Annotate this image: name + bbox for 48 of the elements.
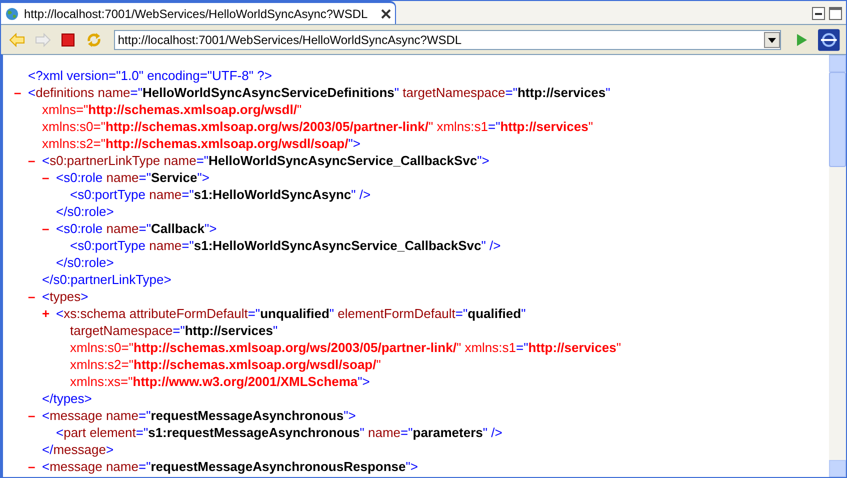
xml-line: xmlns="http://schemas.xmlsoap.org/wsdl/": [42, 102, 302, 117]
xml-line: xmlns:xs="http://www.w3.org/2001/XMLSchema">: [70, 374, 370, 389]
collapse-toggle[interactable]: –: [42, 219, 56, 236]
browser-logo-icon: [818, 28, 840, 50]
xml-line: xmlns:s2="http://schemas.xmlsoap.org/wsdl/soap/": [70, 357, 381, 372]
maximize-button[interactable]: [829, 7, 842, 20]
globe-icon: [5, 6, 19, 20]
stop-icon: [61, 32, 76, 46]
xml-line: <types>: [42, 288, 88, 304]
collapse-toggle[interactable]: –: [28, 287, 42, 304]
expand-toggle[interactable]: +: [42, 304, 56, 321]
xml-line: <s0:role name="Service">: [56, 169, 210, 185]
xml-line: </message>: [42, 442, 114, 457]
tab-title: http://localhost:7001/WebServices/HelloWorldSyncAsync?WSDL: [24, 6, 368, 22]
play-icon: [796, 32, 808, 46]
xml-line: xmlns:s0="http://schemas.xmlsoap.org/ws/2003/05/partner-link/" xmlns:s1="http://services": [42, 119, 593, 134]
xml-line: xmlns:s0="http://schemas.xmlsoap.org/ws/2003/05/partner-link/" xmlns:s1="http://services": [70, 340, 621, 355]
browser-tab[interactable]: http://localhost:7001/WebServices/HelloWorldSyncAsync?WSDL: [1, 1, 396, 24]
minimize-button[interactable]: [812, 7, 825, 20]
xml-line: </s0:partnerLinkType>: [42, 272, 172, 287]
back-arrow-icon: [8, 32, 25, 46]
refresh-arrows-icon: [86, 32, 102, 48]
forward-arrow-icon: [34, 32, 51, 46]
dropdown-icon: [764, 32, 780, 48]
url-field[interactable]: http://localhost:7001/WebServices/HelloWorldSyncAsync?WSDL: [114, 30, 781, 50]
collapse-toggle[interactable]: –: [42, 168, 56, 185]
xml-line: <message name="requestMessageAsynchronous">: [42, 407, 356, 423]
collapse-toggle[interactable]: –: [28, 457, 42, 474]
xml-line: targetNamespace="http://services": [70, 323, 278, 338]
xml-line: <xs:schema attributeFormDefault="unqualified" elementFormDefault="qualified": [56, 305, 526, 321]
xml-line: </s0:role>: [56, 204, 114, 219]
xml-line: <s0:role name="Callback">: [56, 220, 217, 236]
collapse-toggle[interactable]: –: [28, 406, 42, 423]
xml-line: </s0:role>: [56, 255, 114, 270]
xml-line: xmlns:s2="http://schemas.xmlsoap.org/wsdl/soap/">: [42, 136, 360, 151]
xml-line: </types>: [42, 391, 92, 406]
collapse-toggle[interactable]: –: [28, 151, 42, 168]
close-tab-button[interactable]: [380, 8, 391, 18]
xml-line: <s0:portType name="s1:HelloWorldSyncAsyncService_CallbackSvc" />: [70, 238, 501, 253]
xml-line: <?xml version="1.0" encoding="UTF-8" ?>: [28, 68, 272, 83]
xml-line: <s0:partnerLinkType name="HelloWorldSyncAsyncService_CallbackSvc">: [42, 152, 490, 168]
collapse-toggle[interactable]: –: [14, 83, 28, 100]
xml-line: <message name="requestMessageAsynchronousResponse">: [42, 458, 418, 474]
vertical-scrollbar[interactable]: [829, 55, 846, 477]
xml-line: <part element="s1:requestMessageAsynchronous" name="parameters" />: [56, 425, 502, 440]
close-icon: [380, 8, 391, 18]
xml-line: <definitions name="HelloWorldSyncAsyncServiceDefinitions" targetNamespace="http://services": [28, 84, 610, 100]
xml-line: <s0:portType name="s1:HelloWorldSyncAsync" />: [70, 187, 371, 202]
